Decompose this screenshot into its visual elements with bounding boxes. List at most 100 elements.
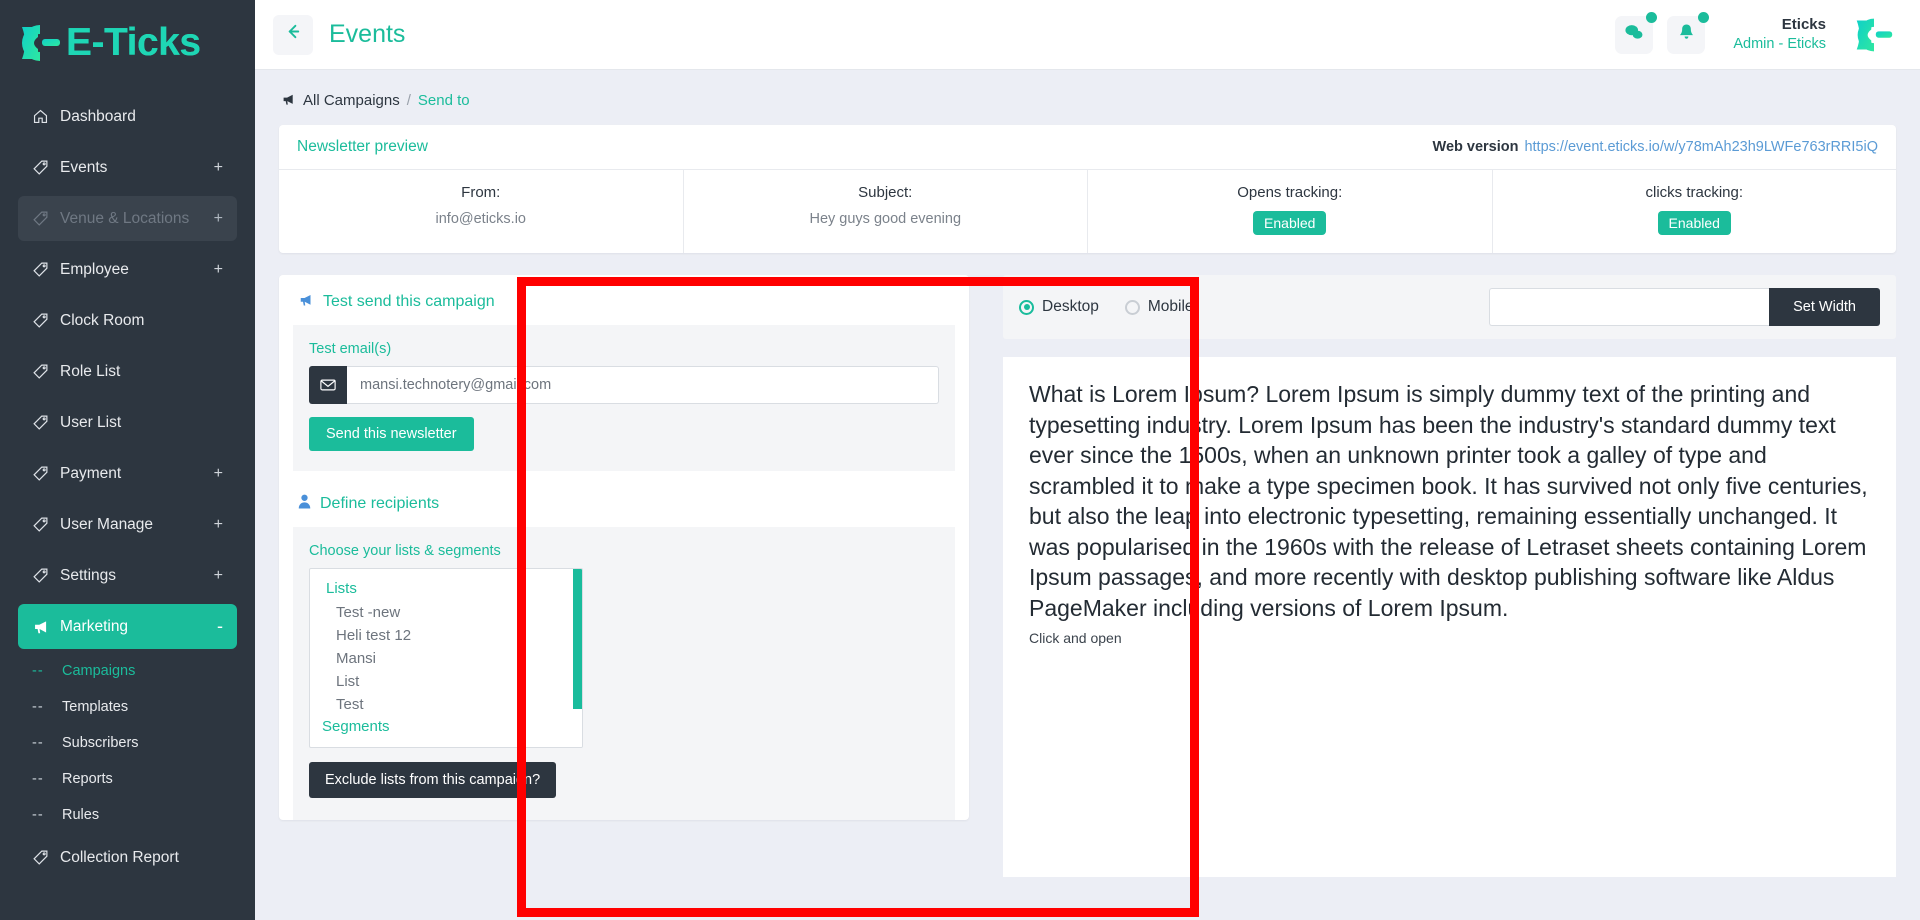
test-send-box: Test email(s) Send this newsletter <box>293 325 955 471</box>
sidebar-expander[interactable]: + <box>214 210 223 228</box>
user-name: Eticks <box>1781 16 1826 34</box>
preview-link-text[interactable]: Click and open <box>1029 630 1870 646</box>
newsletter-preview-title: Newsletter preview <box>297 138 428 155</box>
sidebar-item-employee[interactable]: Employee + <box>18 247 237 292</box>
messages-button[interactable] <box>1615 11 1658 54</box>
avatar[interactable] <box>1852 15 1896 55</box>
sidebar-expander[interactable]: + <box>214 159 223 177</box>
sidebar-expander[interactable]: - <box>217 616 223 637</box>
sidebar-subitem-templates[interactable]: -- Templates <box>18 691 237 723</box>
width-input-group: Set Width <box>1489 288 1880 326</box>
sidebar-item-label: Events <box>60 158 108 176</box>
send-newsletter-button[interactable]: Send this newsletter <box>309 417 474 451</box>
test-email-input-group <box>309 366 939 404</box>
preview-controls: Desktop Mobile Set Width <box>1003 275 1896 339</box>
topbar-right: Eticks Admin - Eticks <box>1615 11 1896 55</box>
sidebar-expander[interactable]: + <box>214 465 223 483</box>
set-width-button[interactable]: Set Width <box>1769 288 1880 326</box>
listbox-option[interactable]: List <box>310 670 582 693</box>
sidebar-item-label: Payment <box>60 464 122 482</box>
breadcrumb-current[interactable]: Send to <box>418 92 470 109</box>
sidebar-subitem-reports[interactable]: -- Reports <box>18 763 237 795</box>
col-key: From: <box>461 184 501 201</box>
tag-icon <box>32 210 60 227</box>
tag-icon <box>32 261 60 278</box>
sidebar-item-dashboard[interactable]: Dashboard <box>18 94 237 139</box>
test-email-label: Test email(s) <box>309 341 392 357</box>
listbox-option[interactable]: Test <box>310 693 582 716</box>
col-value: info@eticks.io <box>435 211 526 227</box>
breadcrumb: All Campaigns / Send to <box>279 88 1896 125</box>
sidebar-expander[interactable]: + <box>214 567 223 585</box>
sidebar-item-label: Clock Room <box>60 311 145 329</box>
sidebar-item-label: Dashboard <box>60 107 136 125</box>
chat-bubbles-icon <box>1624 23 1644 46</box>
sidebar-subitem-rules[interactable]: -- Rules <box>18 799 237 831</box>
lower-row: Test send this campaign Test email(s) ma… <box>279 275 1896 877</box>
subitem-dash: -- <box>32 735 44 751</box>
listbox-scrollbar[interactable] <box>573 569 582 747</box>
sidebar-item-label: Venue & Locations <box>60 209 190 227</box>
choose-lists-label: Choose your lists & segments <box>309 543 501 559</box>
sidebar-subitem-campaigns[interactable]: -- Campaigns <box>18 655 237 687</box>
user-menu[interactable]: Eticks Admin - Eticks <box>1733 16 1826 53</box>
sidebar-item-clock-room[interactable]: Clock Room <box>18 298 237 343</box>
web-version-label: Web version <box>1432 139 1519 155</box>
sidebar-item-payment[interactable]: Payment + <box>18 451 237 496</box>
web-version-link[interactable]: https://event.eticks.io/w/y78mAh23h9LWFe… <box>1524 139 1878 155</box>
test-email-input[interactable] <box>347 366 939 404</box>
sidebar-item-user-manage[interactable]: User Manage + <box>18 502 237 547</box>
radio-mobile[interactable]: Mobile <box>1124 298 1194 316</box>
radio-desktop[interactable]: Desktop <box>1019 298 1099 316</box>
radio-label-desktop: Desktop <box>1042 298 1099 315</box>
sidebar-item-user-list[interactable]: User List <box>18 400 237 445</box>
preview-body: What is Lorem Ipsum? Lorem Ipsum is simp… <box>1003 357 1896 877</box>
sidebar-item-collection-report[interactable]: Collection Report <box>18 835 237 880</box>
newsletter-col-opens-tracking: Opens tracking: Enabled <box>1088 170 1493 253</box>
breadcrumb-root[interactable]: All Campaigns <box>303 92 400 109</box>
listbox-option[interactable]: Mansi <box>310 647 582 670</box>
sidebar-item-events[interactable]: Events + <box>18 145 237 190</box>
sidebar-expander[interactable]: + <box>214 516 223 534</box>
sidebar-subitem-subscribers[interactable]: -- Subscribers <box>18 727 237 759</box>
newsletter-col-subject: Subject: Hey guys good evening <box>684 170 1088 253</box>
sidebar-expander[interactable]: + <box>214 261 223 279</box>
breadcrumb-separator: / <box>406 92 411 109</box>
tag-icon <box>32 363 60 380</box>
sidebar-item-role-list[interactable]: Role List <box>18 349 237 394</box>
sidebar-item-label: Employee <box>60 260 129 278</box>
width-input[interactable] <box>1489 288 1770 326</box>
subitem-dash: -- <box>32 699 44 715</box>
lists-and-segments-listbox[interactable]: Lists Test -new Heli test 12 Mansi List … <box>309 568 583 748</box>
newsletter-preview-header: Newsletter preview Web version https://ev… <box>279 125 1896 170</box>
user-role: Admin - Eticks <box>1733 35 1826 52</box>
subitem-dash: -- <box>32 807 44 823</box>
sidebar-item-marketing[interactable]: Marketing - <box>18 604 237 649</box>
exclude-lists-button[interactable]: Exclude lists from this campaign? <box>309 762 557 798</box>
listbox-option[interactable]: Heli test 12 <box>310 624 582 647</box>
notifications-button[interactable] <box>1667 11 1710 54</box>
app-root: E-Ticks Dashboard Events + Venue & Locat… <box>0 0 1920 920</box>
user-icon <box>298 494 311 513</box>
tag-icon <box>32 567 60 584</box>
listbox-option[interactable]: Test -new <box>310 601 582 624</box>
sidebar-item-label: Collection Report <box>60 848 179 866</box>
radio-label-mobile: Mobile <box>1147 298 1194 315</box>
subitem-dash: -- <box>32 771 44 787</box>
sidebar-item-venue-locations[interactable]: Venue & Locations + <box>18 196 237 241</box>
sidebar-item-settings[interactable]: Settings + <box>18 553 237 598</box>
megaphone-icon <box>298 292 314 311</box>
subitem-dash: -- <box>32 663 44 679</box>
define-recipients-title: Define recipients <box>320 494 440 512</box>
brand-name: E-Ticks <box>66 21 201 64</box>
tag-icon <box>32 312 60 329</box>
scrollbar-thumb[interactable] <box>573 569 582 709</box>
brand-logo[interactable]: E-Ticks <box>0 0 255 86</box>
sidebar-item-label: Role List <box>60 362 121 380</box>
sidebar-item-label: Marketing <box>60 617 129 635</box>
newsletter-col-from: From: info@eticks.io <box>279 170 684 253</box>
back-button[interactable] <box>273 14 313 55</box>
define-recipients-header: Define recipients <box>279 477 969 527</box>
megaphone-icon <box>32 618 60 635</box>
home-icon <box>32 108 60 125</box>
